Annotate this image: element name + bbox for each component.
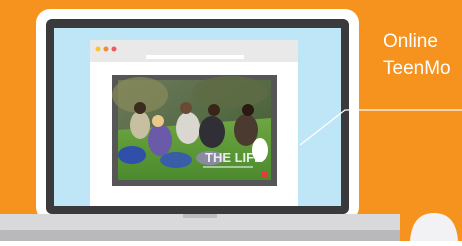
cover-photo: THE LIFE — [112, 75, 277, 186]
callout-line-1: Online — [383, 31, 438, 52]
illustration: THE LIFE Online TeenMo — [0, 0, 462, 241]
laptop-base — [0, 214, 400, 241]
cover-title: THE LIFE — [205, 150, 263, 165]
window-control-dots-icon — [95, 46, 117, 52]
trackpad-notch — [183, 214, 217, 218]
callout-text: Online TeenMo — [383, 28, 462, 88]
address-bar — [146, 55, 244, 59]
callout-line-2: TeenMo — [383, 58, 451, 79]
